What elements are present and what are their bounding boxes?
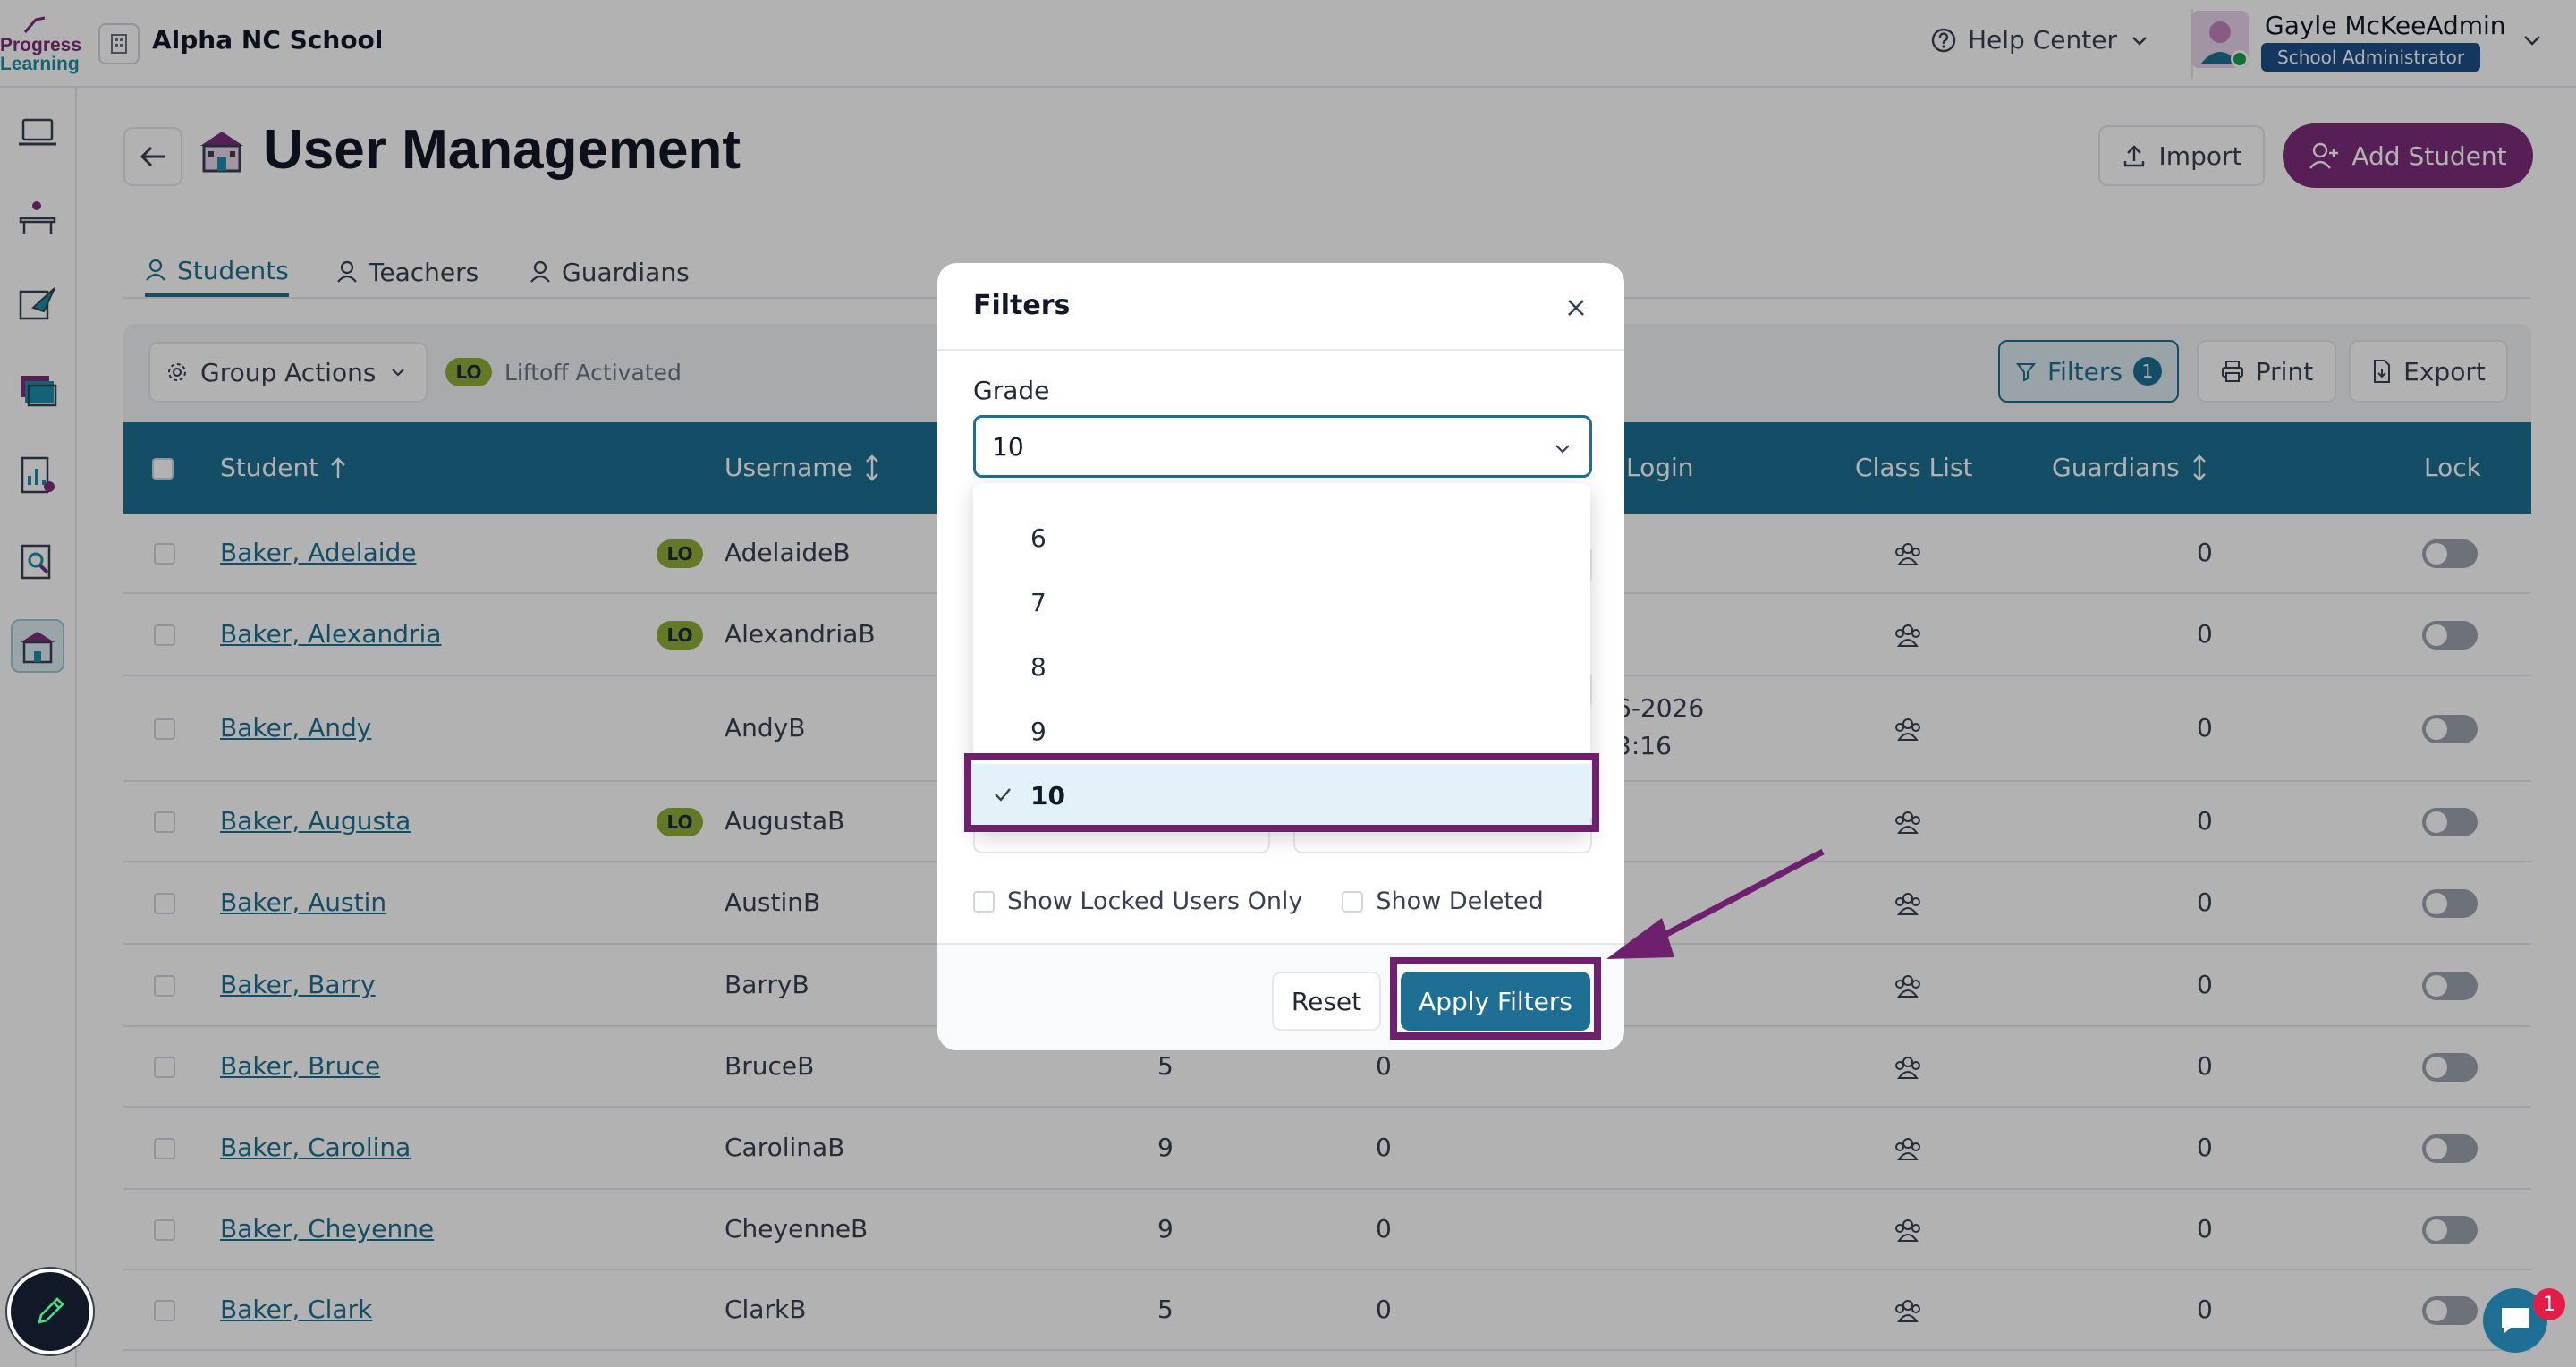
- grade-option-label: 7: [1030, 587, 1046, 617]
- show-locked-checkbox[interactable]: [973, 890, 995, 913]
- show-deleted-checkbox[interactable]: [1342, 890, 1364, 913]
- show-locked-label: Show Locked Users Only: [1007, 887, 1303, 915]
- modal-header: Filters: [937, 263, 1624, 351]
- chat-notification-badge: 1: [2533, 1288, 2565, 1320]
- show-deleted-label: Show Deleted: [1376, 887, 1544, 915]
- pencil-icon: [38, 1297, 64, 1324]
- highlight-selected-option: [964, 753, 1599, 832]
- chat-icon: [2502, 1308, 2529, 1334]
- annotate-pen-button[interactable]: [7, 1269, 93, 1354]
- grade-option[interactable]: 6: [973, 506, 1590, 569]
- grade-option[interactable]: 7: [973, 571, 1590, 633]
- grade-option-label: 6: [1030, 522, 1046, 553]
- grade-option-label: 9: [1030, 716, 1046, 746]
- close-icon: [1568, 300, 1584, 316]
- grade-select-value: 10: [992, 431, 1024, 462]
- grade-option-label: 8: [1030, 651, 1046, 682]
- filter-checkboxes: Show Locked Users Only Show Deleted: [973, 887, 1544, 915]
- chevron-down-icon: [1555, 445, 1570, 454]
- modal-title: Filters: [973, 290, 1071, 321]
- grade-select[interactable]: 10: [973, 415, 1592, 478]
- grade-label: Grade: [973, 376, 1050, 405]
- highlight-apply-button: [1390, 957, 1601, 1040]
- reset-button[interactable]: Reset: [1272, 972, 1381, 1031]
- close-button[interactable]: [1560, 292, 1592, 324]
- grade-option[interactable]: 8: [973, 635, 1590, 698]
